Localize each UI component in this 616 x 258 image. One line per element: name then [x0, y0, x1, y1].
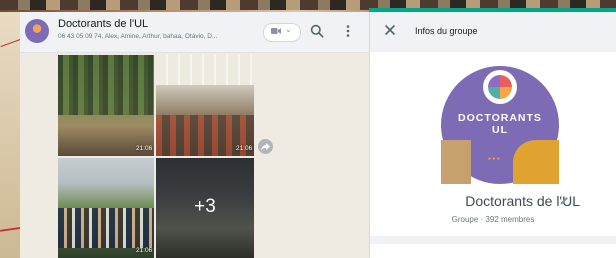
avatar-text: DOCTORANTS	[458, 112, 542, 124]
avatar-photo-fragment	[513, 140, 559, 184]
info-panel-header	[370, 12, 616, 52]
media-thumbnail-group-photo[interactable]	[58, 158, 154, 258]
more-media-count[interactable]: +3	[156, 196, 254, 218]
group-name: Doctorants de l'UL	[465, 193, 580, 209]
avatar-logo-mark	[488, 75, 512, 99]
avatar-dots: ● ● ●	[488, 156, 500, 162]
group-member-count: Groupe · 392 membres	[451, 215, 535, 224]
avatar-photo-fragment	[441, 140, 471, 184]
section-divider	[370, 236, 616, 244]
edit-icon[interactable]	[559, 195, 570, 206]
chat-members-list: 06 43 05 09 74, Alex, Amine, Arthur, bah…	[58, 33, 218, 40]
menu-icon[interactable]	[342, 24, 354, 38]
media-thumbnail-classroom[interactable]	[156, 55, 254, 156]
message-timestamp: 21:06	[136, 145, 153, 152]
message-timestamp: 21:06	[236, 145, 253, 152]
group-avatar[interactable]	[25, 19, 49, 43]
info-panel-title: Infos du groupe	[415, 26, 478, 36]
message-timestamp: 21:06	[136, 247, 153, 254]
close-icon[interactable]	[384, 24, 396, 36]
media-thumbnail-forest-walk[interactable]	[58, 55, 154, 156]
avatar-text: UL	[492, 124, 508, 136]
forward-button[interactable]	[258, 139, 273, 154]
video-call-icon	[271, 28, 281, 34]
forward-icon	[261, 143, 270, 151]
chat-title[interactable]: Doctorants de l'UL	[58, 18, 148, 30]
video-call-button[interactable]	[263, 23, 301, 42]
chevron-down-icon: ⌄	[285, 25, 292, 34]
search-icon[interactable]	[310, 24, 324, 38]
